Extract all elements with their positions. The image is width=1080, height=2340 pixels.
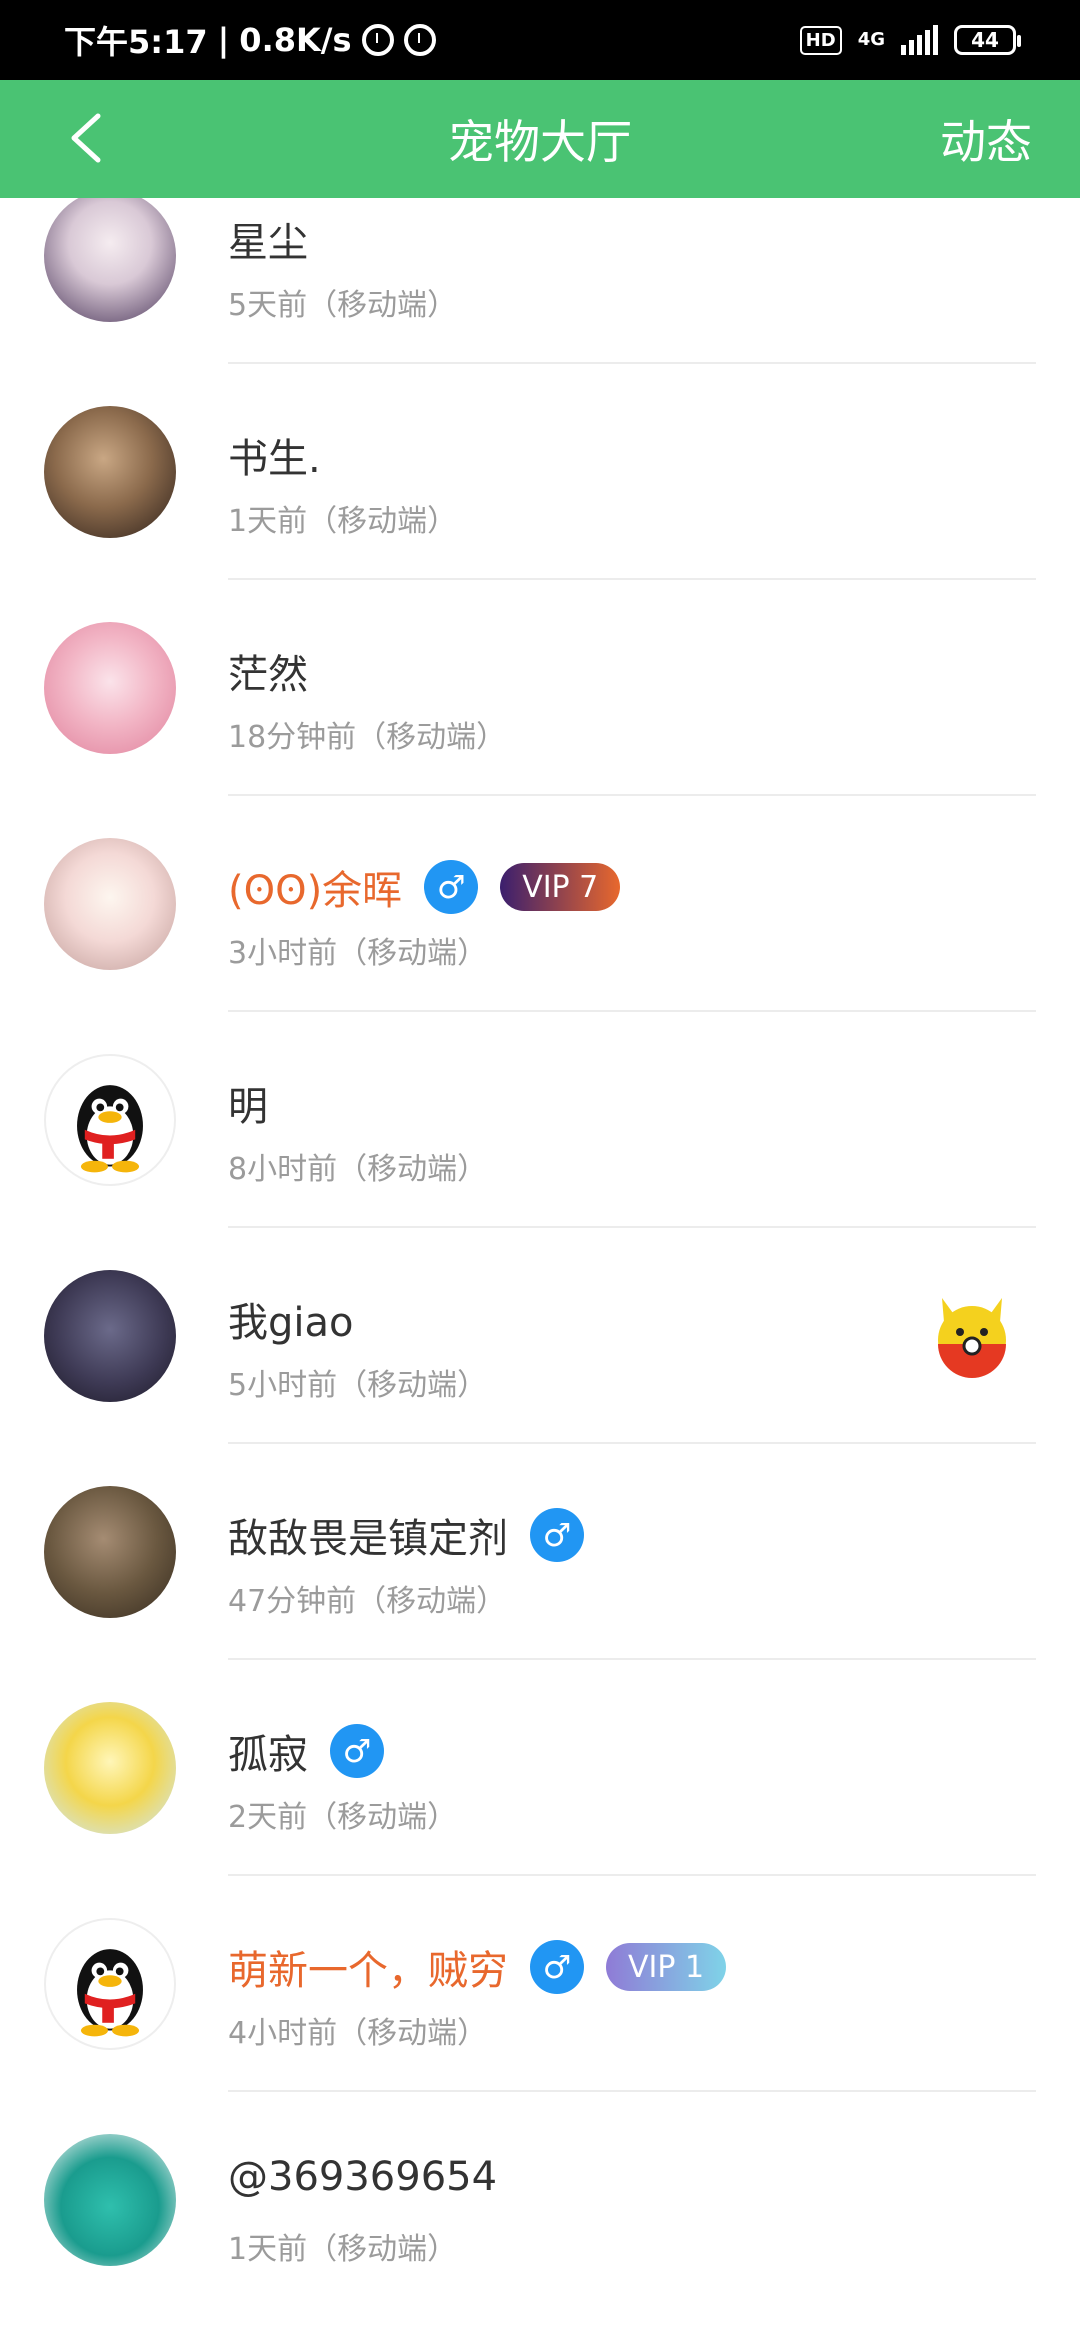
user-list: 星尘 5天前（移动端） 书生. 1天前（移动端） 茫然 18分钟前（移动端） (…: [0, 198, 1080, 2340]
user-name: @369369654: [228, 2154, 497, 2200]
user-name-text: 明: [228, 1084, 268, 1130]
status-network-speed: 0.8K/s: [239, 21, 352, 59]
user-name: 萌新一个，贼穷 ♂ VIP 1: [228, 1938, 727, 1996]
user-name: 明: [228, 1074, 268, 1132]
user-last-seen: 1天前（移动端）: [228, 2232, 458, 2267]
avatar: [44, 1918, 176, 2050]
avatar: [44, 198, 176, 322]
alarm-icon: [361, 24, 394, 56]
male-gender-icon: ♂: [330, 1724, 384, 1778]
user-name: 书生.: [228, 426, 321, 484]
status-left: 下午5:17 | 0.8K/s: [64, 17, 436, 63]
status-right: HD 4G 44: [799, 25, 1021, 55]
list-item-user[interactable]: 明 8小时前（移动端）: [0, 1012, 1080, 1228]
page-title: 宠物大厅: [448, 115, 632, 169]
list-item-user[interactable]: @369369654 1天前（移动端）: [0, 2092, 1080, 2308]
user-name: (ʘʘ)余晖 ♂ VIP 7: [228, 858, 621, 916]
list-item-user[interactable]: 我giao 5小时前（移动端）: [0, 1228, 1080, 1444]
user-name: 我giao: [228, 1290, 354, 1348]
user-last-seen: 4小时前（移动端）: [228, 2016, 488, 2051]
male-gender-icon: ♂: [424, 860, 479, 914]
list-item-user[interactable]: 萌新一个，贼穷 ♂ VIP 1 4小时前（移动端）: [0, 1876, 1080, 2092]
user-name: 星尘: [228, 210, 308, 268]
qq-penguin-icon: [77, 1085, 143, 1173]
user-last-seen: 8小时前（移动端）: [228, 1152, 488, 1187]
user-name-text: 茫然: [228, 652, 308, 698]
list-item-user[interactable]: 茫然 18分钟前（移动端）: [0, 580, 1080, 796]
app-bar: 宠物大厅 动态: [0, 80, 1080, 198]
status-bar: 下午5:17 | 0.8K/s HD 4G 44: [0, 0, 1080, 80]
vip-badge: VIP 1: [606, 1943, 727, 1991]
avatar: [44, 1054, 176, 1186]
status-separator: |: [217, 21, 230, 59]
user-name: 孤寂 ♂: [228, 1722, 384, 1780]
hd-icon: HD: [799, 25, 842, 55]
user-name-text: 书生.: [228, 436, 321, 482]
male-gender-icon: ♂: [530, 1508, 584, 1562]
list-item-user[interactable]: 孤寂 ♂ 2天前（移动端）: [0, 1660, 1080, 1876]
clock-icon: [403, 24, 436, 56]
avatar: [44, 622, 176, 754]
avatar: [44, 2134, 176, 2266]
feed-button[interactable]: 动态: [940, 80, 1032, 198]
user-last-seen: 5小时前（移动端）: [228, 1368, 488, 1403]
user-last-seen: 2天前（移动端）: [228, 1800, 458, 1835]
avatar: [44, 838, 176, 970]
user-name: 敌敌畏是镇定剂 ♂: [228, 1506, 584, 1564]
list-item-user[interactable]: 书生. 1天前（移动端）: [0, 364, 1080, 580]
user-list-inner: 星尘 5天前（移动端） 书生. 1天前（移动端） 茫然 18分钟前（移动端） (…: [0, 198, 1080, 2308]
user-name-text: 萌新一个，贼穷: [228, 1948, 508, 1994]
signal-icon: [901, 25, 938, 55]
user-last-seen: 47分钟前（移动端）: [228, 1584, 507, 1619]
user-name: 茫然: [228, 642, 308, 700]
back-arrow-icon[interactable]: [60, 108, 120, 168]
list-item-user[interactable]: 星尘 5天前（移动端）: [0, 198, 1080, 364]
user-last-seen: 1天前（移动端）: [228, 504, 458, 539]
list-item-user[interactable]: (ʘʘ)余晖 ♂ VIP 7 3小时前（移动端）: [0, 796, 1080, 1012]
qq-penguin-icon: [77, 1949, 143, 2037]
avatar: [44, 1270, 176, 1402]
vip-badge: VIP 7: [500, 863, 621, 911]
male-gender-icon: ♂: [530, 1940, 584, 1994]
avatar: [44, 1486, 176, 1618]
battery-level: 44: [971, 28, 999, 52]
user-name-text: @369369654: [228, 2154, 498, 2200]
user-last-seen: 3小时前（移动端）: [228, 936, 488, 971]
user-last-seen: 18分钟前（移动端）: [228, 720, 507, 755]
status-time: 下午5:17: [64, 23, 208, 61]
user-name-text: (ʘʘ)余晖: [228, 868, 403, 914]
network-type-icon: 4G: [857, 29, 885, 50]
user-name-text: 敌敌畏是镇定剂: [228, 1516, 508, 1562]
user-name-text: 星尘: [228, 220, 308, 266]
user-last-seen: 5天前（移动端）: [228, 288, 458, 323]
user-name-text: 我giao: [228, 1300, 354, 1346]
user-name-text: 孤寂: [228, 1732, 308, 1778]
avatar: [44, 1702, 176, 1834]
avatar: [44, 406, 176, 538]
battery-icon: 44: [954, 25, 1021, 55]
list-item-user[interactable]: 敌敌畏是镇定剂 ♂ 47分钟前（移动端）: [0, 1444, 1080, 1660]
pet-pokeball-icon[interactable]: [924, 1286, 1020, 1382]
